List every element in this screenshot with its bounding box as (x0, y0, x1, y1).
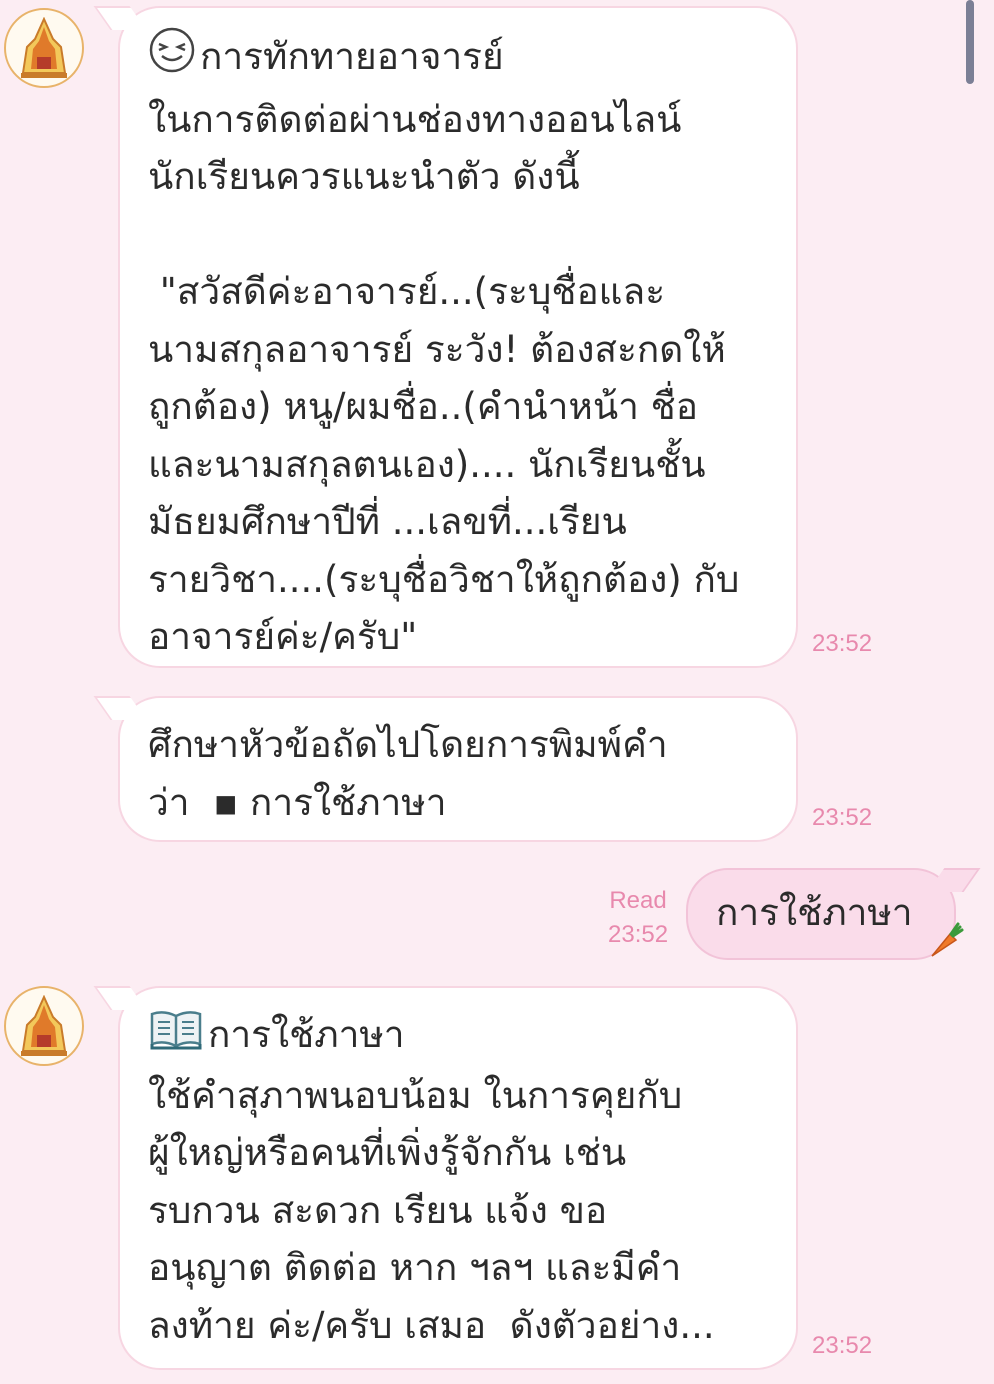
timestamp: 23:52 (812, 804, 873, 831)
message-text: การทักทายอาจารย์ ในการติดต่อผ่านช่องทางอ… (148, 26, 774, 666)
temple-logo-icon (21, 17, 67, 78)
message-text: การใช้ภาษา ใช้คำสุภาพนอบน้อม ในการคุยกับ… (148, 1006, 774, 1354)
timestamp: 23:52 (812, 1332, 873, 1359)
message-bubble[interactable]: การทักทายอาจารย์ ในการติดต่อผ่านช่องทางอ… (118, 6, 798, 668)
carrot-icon (924, 920, 964, 964)
timestamp: 23:52 (608, 921, 669, 948)
bot-avatar[interactable] (4, 986, 84, 1066)
message-body: ใช้คำสุภาพนอบน้อม ในการคุยกับ ผู้ใหญ่หรื… (148, 1073, 715, 1347)
message-bubble[interactable]: ศึกษาหัวข้อถัดไปโดยการพิมพ์คำ ว่า ▪ การใ… (118, 696, 798, 842)
open-book-icon (148, 1006, 204, 1067)
read-receipt: Read 23:52 (608, 884, 668, 952)
read-label: Read (609, 887, 667, 914)
timestamp: 23:52 (812, 630, 873, 657)
scrollbar[interactable] (966, 0, 974, 84)
message-bubble-outgoing[interactable]: การใช้ภาษา (686, 868, 956, 960)
message-body: ในการติดต่อผ่านช่องทางออนไลน์ นักเรียนคว… (148, 97, 740, 659)
bot-avatar[interactable] (4, 8, 84, 88)
message-text: การใช้ภาษา (716, 891, 913, 934)
message-heading: การทักทายอาจารย์ (200, 34, 504, 78)
temple-logo-icon (21, 995, 67, 1056)
message-text: ศึกษาหัวข้อถัดไปโดยการพิมพ์คำ ว่า ▪ การใ… (148, 723, 668, 824)
grinning-face-icon (148, 26, 196, 91)
message-heading: การใช้ภาษา (208, 1013, 405, 1056)
message-bubble[interactable]: การใช้ภาษา ใช้คำสุภาพนอบน้อม ในการคุยกับ… (118, 986, 798, 1370)
